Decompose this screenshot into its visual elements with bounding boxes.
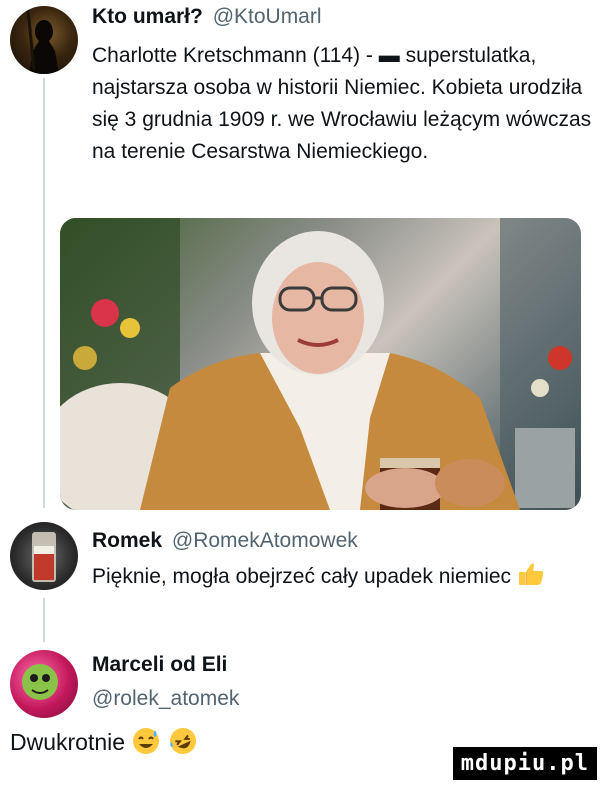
avatar[interactable] — [10, 522, 78, 590]
tweet-text: Charlotte Kretschmann (114) - ▬ superstu… — [92, 44, 592, 163]
author-name[interactable]: Kto umarł? — [92, 5, 203, 28]
thumbs-up-icon — [517, 560, 545, 592]
tweet-text-content: Pięknie, mogła obejrzeć cały upadek niem… — [92, 565, 512, 588]
comment-text: Dwukrotnie — [10, 726, 198, 759]
author-name[interactable]: Marceli od Eli — [92, 653, 227, 676]
sweat-smile-icon — [131, 726, 161, 759]
comment-label: Dwukrotnie — [10, 729, 126, 755]
author-handle[interactable]: @KtoUmarl — [213, 5, 322, 28]
avatar[interactable] — [10, 650, 78, 718]
tweet-text: Pięknie, mogła obejrzeć cały upadek niem… — [92, 560, 597, 593]
thread-connector-line — [43, 78, 45, 508]
tweet-header: Kto umarł? @KtoUmarl — [92, 4, 322, 30]
avatar[interactable] — [10, 6, 78, 74]
tweet-header: Romek @RomekAtomowek — [92, 528, 358, 554]
rofl-icon — [168, 726, 198, 759]
thread-connector-line — [43, 598, 45, 642]
author-handle[interactable]: @rolek_atomek — [92, 686, 239, 712]
author-name[interactable]: Romek — [92, 529, 162, 552]
tweet-photo[interactable] — [60, 218, 581, 510]
watermark-logo: mdupiu.pl — [452, 747, 597, 780]
author-handle[interactable]: @RomekAtomowek — [172, 529, 358, 552]
tweet-header: Marceli od Eli — [92, 652, 227, 678]
